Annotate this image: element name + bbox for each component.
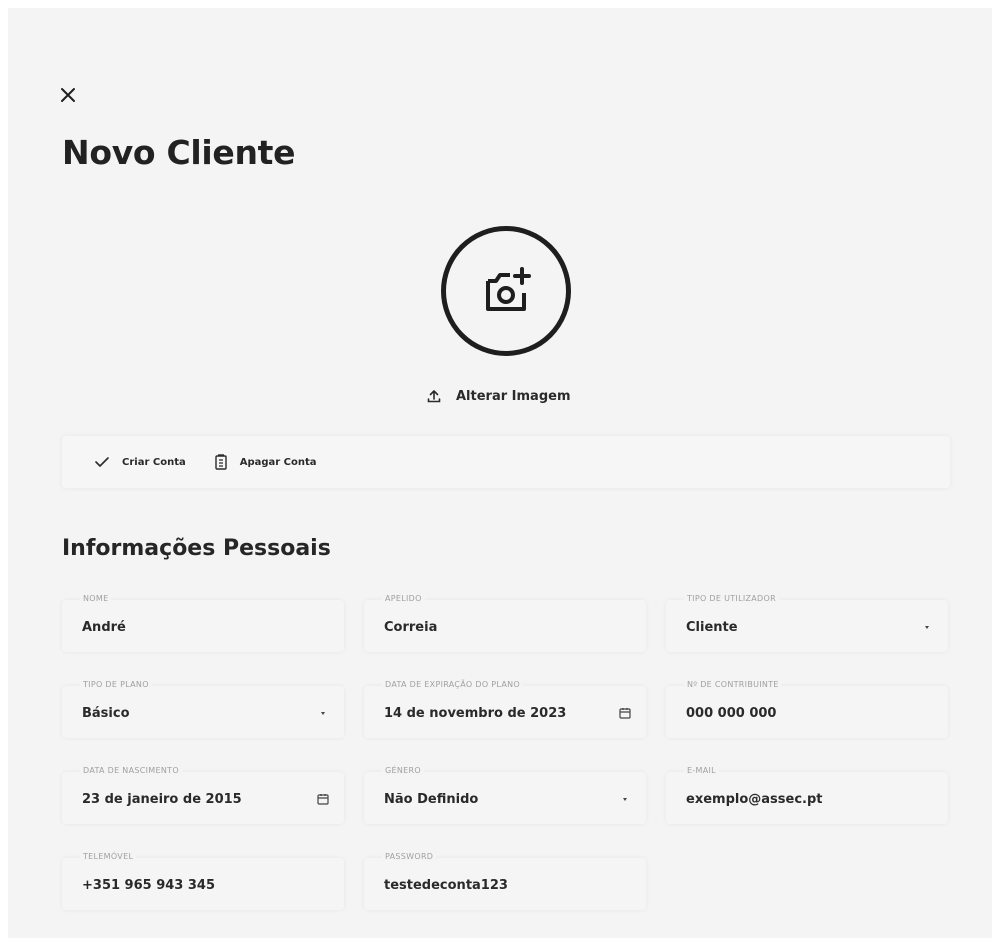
taxpayer-number-field[interactable]: Nº DE CONTRIBUINTE 000 000 000 bbox=[666, 680, 948, 738]
plan-type-select[interactable]: TIPO DE PLANO Básico bbox=[62, 680, 344, 738]
last-name-field[interactable]: APELIDO Correia bbox=[364, 594, 646, 652]
camera-plus-icon bbox=[486, 267, 531, 311]
avatar-upload[interactable] bbox=[441, 226, 571, 356]
page-title: Novo Cliente bbox=[62, 133, 296, 172]
field-value: 14 de novembro de 2023 bbox=[384, 706, 567, 721]
field-label: TELEMÓVEL bbox=[80, 852, 137, 861]
change-image-label: Alterar Imagem bbox=[456, 388, 571, 404]
trash-icon bbox=[215, 454, 227, 470]
field-value: 23 de janeiro de 2015 bbox=[82, 792, 242, 807]
change-image-button[interactable]: Alterar Imagem bbox=[426, 384, 571, 408]
field-label: GÉNERO bbox=[382, 766, 424, 775]
create-account-button[interactable]: Criar Conta bbox=[94, 456, 186, 468]
field-label: APELIDO bbox=[382, 594, 425, 603]
field-label: TIPO DE UTILIZADOR bbox=[684, 594, 779, 603]
section-title: Informações Pessoais bbox=[62, 536, 331, 561]
email-field[interactable]: E-MAIL exemplo@assec.pt bbox=[666, 766, 948, 824]
password-field[interactable]: PASSWORD testedeconta123 bbox=[364, 852, 646, 910]
calendar-icon[interactable] bbox=[618, 706, 632, 720]
field-value: testedeconta123 bbox=[384, 878, 508, 893]
field-value: 000 000 000 bbox=[686, 706, 777, 721]
field-label: DATA DE EXPIRAÇÃO DO PLANO bbox=[382, 680, 523, 689]
calendar-icon[interactable] bbox=[316, 792, 330, 806]
chevron-down-icon[interactable] bbox=[920, 620, 934, 634]
upload-icon bbox=[427, 390, 441, 403]
field-value: Correia bbox=[384, 620, 438, 635]
user-type-select[interactable]: TIPO DE UTILIZADOR Cliente bbox=[666, 594, 948, 652]
field-label: Nº DE CONTRIBUINTE bbox=[684, 680, 782, 689]
field-label: E-MAIL bbox=[684, 766, 719, 775]
birth-date-field[interactable]: DATA DE NASCIMENTO 23 de janeiro de 2015 bbox=[62, 766, 344, 824]
create-account-label: Criar Conta bbox=[122, 456, 186, 468]
field-label: DATA DE NASCIMENTO bbox=[80, 766, 182, 775]
field-value: +351 965 943 345 bbox=[82, 878, 216, 893]
gender-select[interactable]: GÉNERO Não Definido bbox=[364, 766, 646, 824]
field-value: André bbox=[82, 620, 126, 635]
field-label: NOME bbox=[80, 594, 112, 603]
field-value: Cliente bbox=[686, 620, 738, 635]
close-button[interactable] bbox=[55, 82, 81, 108]
field-value: exemplo@assec.pt bbox=[686, 792, 823, 807]
field-label: TIPO DE PLANO bbox=[80, 680, 152, 689]
close-icon bbox=[61, 88, 75, 102]
first-name-field[interactable]: NOME André bbox=[62, 594, 344, 652]
field-value: Não Definido bbox=[384, 792, 479, 807]
plan-expiry-date-field[interactable]: DATA DE EXPIRAÇÃO DO PLANO 14 de novembr… bbox=[364, 680, 646, 738]
field-value: Básico bbox=[82, 706, 130, 721]
account-toolbar: Criar Conta Apagar Conta bbox=[62, 436, 950, 488]
chevron-down-icon[interactable] bbox=[618, 792, 632, 806]
delete-account-button[interactable]: Apagar Conta bbox=[214, 454, 317, 470]
check-icon bbox=[95, 457, 109, 467]
mobile-phone-field[interactable]: TELEMÓVEL +351 965 943 345 bbox=[62, 852, 344, 910]
chevron-down-icon[interactable] bbox=[316, 706, 330, 720]
delete-account-label: Apagar Conta bbox=[239, 456, 317, 468]
field-label: PASSWORD bbox=[382, 852, 437, 861]
